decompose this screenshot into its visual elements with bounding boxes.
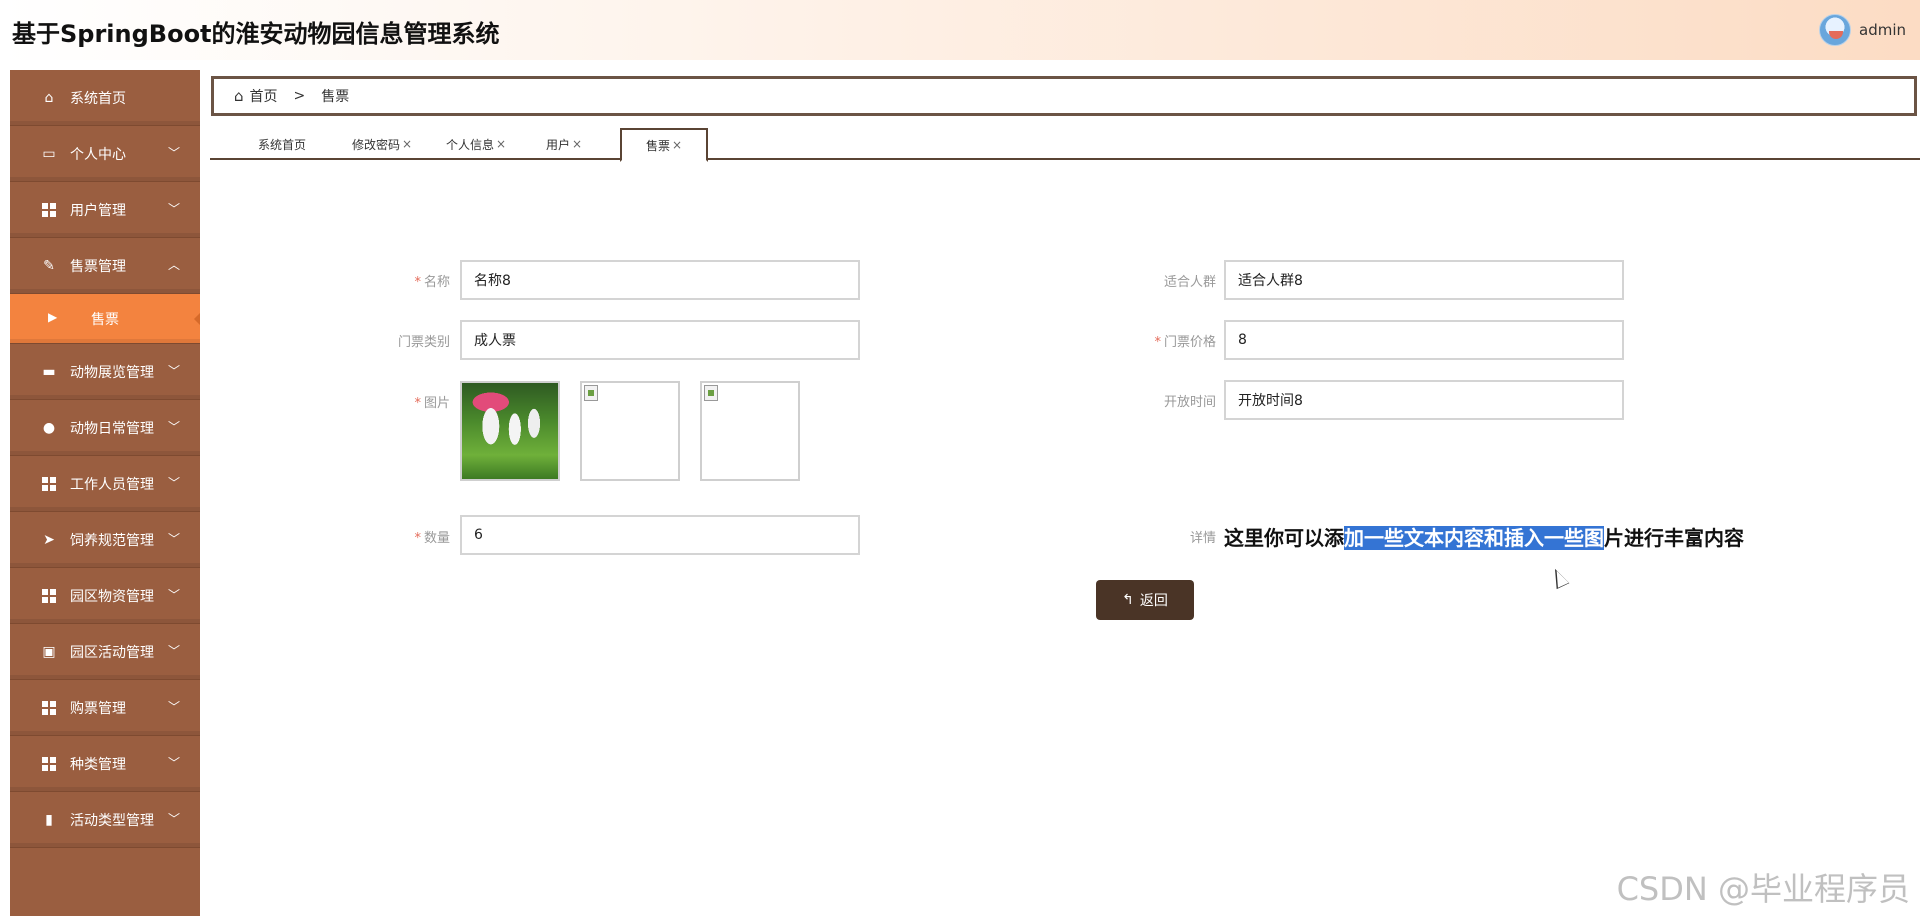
ticket-icon: ▬ [42, 363, 56, 380]
chevron-down-icon: ﹀ [167, 532, 180, 546]
broken-image-icon [584, 385, 598, 401]
chevron-down-icon: ﹀ [167, 364, 180, 378]
return-icon: ↰ [1122, 592, 1134, 608]
back-button[interactable]: ↰ 返回 [1096, 580, 1194, 620]
home-icon[interactable]: ⌂ [234, 87, 244, 105]
quantity-label: * 数量 [414, 531, 450, 546]
sidebar-item-activity-type[interactable]: ▮ 活动类型管理 ﹀ [10, 792, 200, 848]
avatar[interactable] [1819, 14, 1851, 46]
user-icon: ● [42, 419, 56, 436]
broken-image-icon [704, 385, 718, 401]
home-icon: ⌂ [44, 89, 54, 106]
sidebar-item-species-management[interactable]: 种类管理 ﹀ [10, 736, 200, 792]
detail-content[interactable]: 这里你可以添加一些文本内容和插入一些图片进行丰富内容 [1224, 522, 1744, 551]
sidebar-item-purchase-management[interactable]: 购票管理 ﹀ [10, 680, 200, 736]
sidebar-item-animal-daily[interactable]: ● 动物日常管理 ﹀ [10, 400, 200, 456]
price-label: * 门票价格 [1154, 335, 1216, 350]
tab-ticket[interactable]: 售票 × [620, 128, 708, 162]
chevron-down-icon: ﹀ [167, 644, 180, 658]
sidebar-item-home[interactable]: ⌂ 系统首页 [10, 70, 200, 126]
chevron-down-icon: ﹀ [167, 812, 180, 826]
top-header: 基于SpringBoot的淮安动物园信息管理系统 admin [0, 0, 1920, 60]
open-time-field[interactable]: 开放时间8 [1224, 380, 1624, 420]
sidebar-item-animal-exhibition[interactable]: ▬ 动物展览管理 ﹀ [10, 344, 200, 400]
chevron-down-icon: ﹀ [167, 202, 180, 216]
ticket-image-3[interactable] [700, 381, 800, 481]
sidebar-item-park-activity[interactable]: ▣ 园区活动管理 ﹀ [10, 624, 200, 680]
grid-icon [40, 699, 58, 717]
name-field[interactable]: 名称8 [460, 260, 860, 300]
grid-icon [40, 475, 58, 493]
tab-personal-info[interactable]: 个人信息 × [434, 128, 518, 160]
ticket-image-2[interactable] [580, 381, 680, 481]
close-icon[interactable]: × [672, 138, 682, 152]
name-label: * 名称 [414, 275, 450, 290]
close-icon[interactable]: × [496, 137, 506, 151]
chevron-down-icon: ﹀ [167, 420, 180, 434]
ticket-type-field[interactable]: 成人票 [460, 320, 860, 360]
grid-icon [40, 755, 58, 773]
sidebar-item-personal-center[interactable]: ▭ 个人中心 ﹀ [10, 126, 200, 182]
tab-change-password[interactable]: 修改密码 × [340, 128, 424, 160]
breadcrumb-home[interactable]: 首页 [250, 86, 278, 106]
tab-user[interactable]: 用户 × [534, 128, 594, 160]
selected-text: 加一些文本内容和插入一些图 [1344, 526, 1604, 550]
open-time-label: 开放时间 [1163, 395, 1216, 410]
chevron-down-icon: ﹀ [167, 146, 180, 160]
sidebar-item-feeding-standard[interactable]: ➤ 饲养规范管理 ﹀ [10, 512, 200, 568]
chevron-up-icon: ︿ [167, 258, 180, 272]
sidebar-item-user-management[interactable]: 用户管理 ﹀ [10, 182, 200, 238]
breadcrumb-current: 售票 [321, 89, 350, 105]
breadcrumb-separator: > [293, 88, 306, 104]
sidebar-item-park-supplies[interactable]: 园区物资管理 ﹀ [10, 568, 200, 624]
ticket-type-label: 门票类别 [397, 335, 450, 350]
chevron-down-icon: ﹀ [167, 588, 180, 602]
app-title: 基于SpringBoot的淮安动物园信息管理系统 [12, 20, 500, 48]
tab-home[interactable]: 系统首页 [242, 128, 322, 160]
bar-chart-icon: ▮ [45, 811, 53, 828]
price-field[interactable]: 8 [1224, 320, 1624, 360]
tab-bar: 系统首页 修改密码 × 个人信息 × 用户 × 售票 × [210, 124, 1920, 162]
breadcrumb: ⌂ 首页 > 售票 [211, 76, 1917, 116]
audience-field[interactable]: 适合人群8 [1224, 260, 1624, 300]
sidebar-item-ticket-management[interactable]: ✎ 售票管理 ︿ [10, 238, 200, 294]
chevron-down-icon: ﹀ [167, 476, 180, 490]
sidebar-item-staff-management[interactable]: 工作人员管理 ﹀ [10, 456, 200, 512]
caret-right-icon: ▶ [48, 310, 58, 324]
quantity-field[interactable]: 6 [460, 515, 860, 555]
detail-label: 详情 [1189, 531, 1216, 546]
user-menu[interactable]: admin [1819, 14, 1906, 46]
watermark: CSDN @毕业程序员 [1616, 870, 1910, 908]
user-name[interactable]: admin [1859, 21, 1906, 39]
close-icon[interactable]: × [572, 137, 582, 151]
grid-icon [40, 201, 58, 219]
clipboard-icon: ▣ [42, 643, 56, 660]
chevron-down-icon: ﹀ [167, 756, 180, 770]
image-label: * 图片 [414, 396, 450, 411]
ticket-image-1[interactable] [460, 381, 560, 481]
card-icon: ▭ [42, 145, 56, 162]
grid-icon [40, 587, 58, 605]
send-icon: ➤ [43, 531, 55, 548]
audience-label: 适合人群 [1163, 275, 1216, 290]
sidebar: ⌂ 系统首页 ▭ 个人中心 ﹀ 用户管理 ﹀ ✎ 售票管理 ︿ ▶ 售票 ▬ 动… [10, 70, 200, 916]
close-icon[interactable]: × [402, 137, 412, 151]
thumb-icon: ✎ [43, 257, 55, 274]
chevron-down-icon: ﹀ [167, 700, 180, 714]
sidebar-subitem-ticket[interactable]: ▶ 售票 [10, 294, 200, 344]
